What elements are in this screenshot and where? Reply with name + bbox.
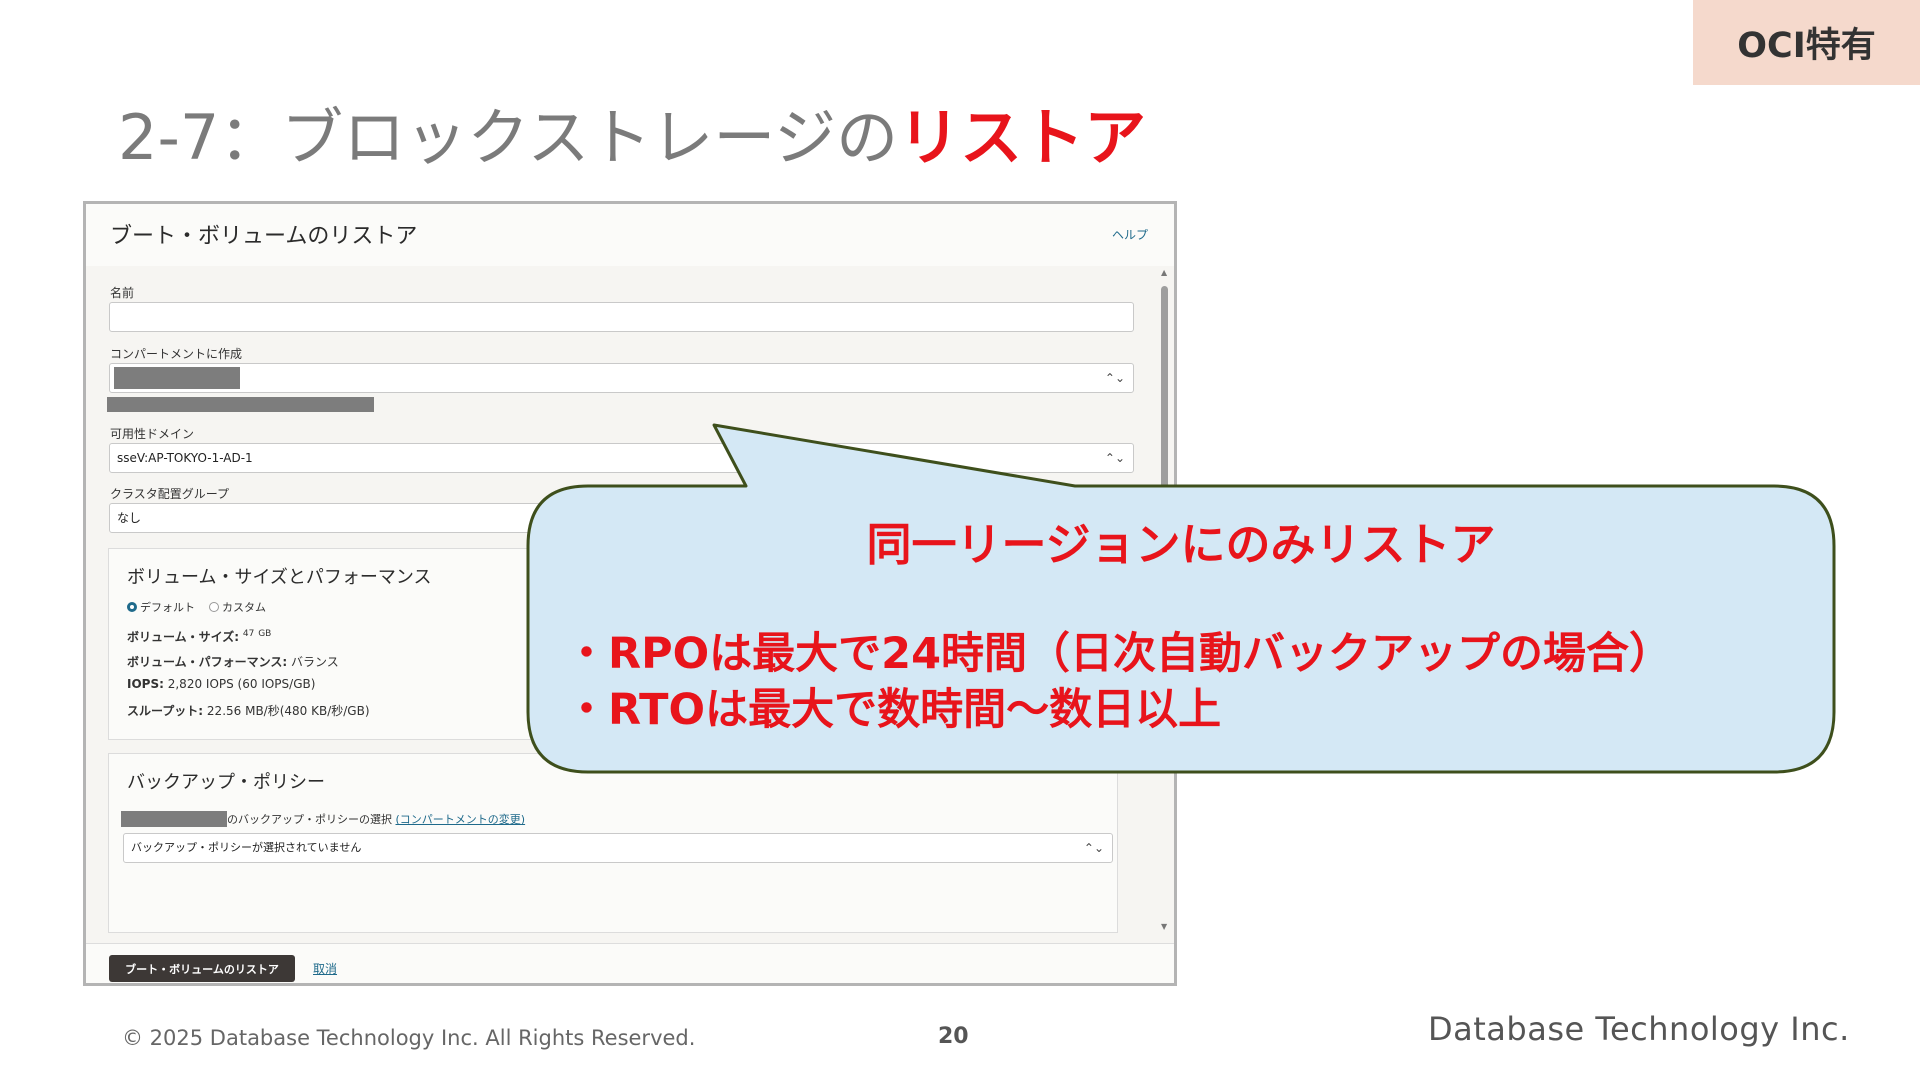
volume-size-label: ボリューム・サイズ: — [127, 630, 240, 644]
radio-default-label: デフォルト — [140, 601, 195, 614]
dialog-title: ブート・ボリュームのリストア — [110, 224, 418, 249]
volume-size-value: 47 — [242, 629, 255, 639]
dialog-header: ブート・ボリュームのリストア ヘルプ — [86, 204, 1174, 266]
volume-performance-label: ボリューム・パフォーマンス: — [127, 655, 288, 669]
restore-dialog-screenshot: ブート・ボリュームのリストア ヘルプ ▲ ▼ 名前 コンパートメントに作成 ⌃⌄… — [83, 201, 1177, 986]
cluster-placement-group-value: なし — [117, 511, 142, 525]
backup-policy-select-value: バックアップ・ポリシーが選択されていません — [131, 841, 362, 854]
copyright-notice: © 2025 Database Technology Inc. All Righ… — [122, 1026, 696, 1050]
availability-domain-label: 可用性ドメイン — [110, 427, 195, 441]
redacted-compartment-name — [114, 367, 240, 389]
callout-bullet: ・RTOは最大で数時間～数日以上 — [565, 685, 1222, 735]
callout-bullet: ・RPOは最大で24時間（日次自動バックアップの場合） — [565, 629, 1673, 679]
radio-default[interactable]: デフォルト — [127, 599, 195, 615]
cancel-link[interactable]: 取消 — [313, 960, 337, 977]
volume-size-unit: GB — [258, 629, 272, 639]
backup-policy-select[interactable]: バックアップ・ポリシーが選択されていません ⌃⌄ — [123, 833, 1113, 863]
backup-policy-card: バックアップ・ポリシー のバックアップ・ポリシーの選択 (コンパートメントの変更… — [108, 753, 1118, 933]
backup-policy-select-text-row: のバックアップ・ポリシーの選択 (コンパートメントの変更) — [227, 811, 525, 827]
volume-size-row: ボリューム・サイズ: 47 GB — [127, 628, 271, 645]
volume-performance-row: ボリューム・パフォーマンス: バランス — [127, 653, 339, 670]
company-logo: Database Technology Inc. — [1428, 1010, 1850, 1048]
availability-domain-select[interactable]: sseV:AP-TOKYO-1-AD-1 ⌃⌄ — [109, 443, 1134, 473]
oci-specific-tag: OCI特有 — [1693, 0, 1920, 85]
redacted-compartment-name — [121, 811, 227, 827]
throughput-value: 22.56 MB/秒(480 KB/秒/GB) — [206, 704, 370, 718]
backup-policy-select-text: のバックアップ・ポリシーの選択 — [227, 813, 392, 826]
dialog-footer: ブート・ボリュームのリストア 取消 — [86, 943, 1174, 983]
slide-title-highlight: リストア — [898, 101, 1147, 174]
radio-selected-icon — [127, 602, 137, 612]
slide-title-prefix: 2-7：ブロックストレージの — [118, 101, 899, 174]
select-chevron-icon: ⌃⌄ — [1104, 451, 1125, 465]
slide-title: 2-7：ブロックストレージのリストア — [118, 98, 1146, 178]
select-chevron-icon: ⌃⌄ — [1104, 371, 1125, 385]
iops-label: IOPS: — [127, 677, 164, 691]
volume-mode-radio-group: デフォルト カスタム — [127, 599, 266, 615]
callout-heading: 同一リージョンにのみリストア — [866, 518, 1496, 571]
name-input[interactable] — [109, 302, 1134, 332]
backup-section-title: バックアップ・ポリシー — [127, 772, 325, 793]
iops-value: 2,820 IOPS (60 IOPS/GB) — [167, 677, 316, 691]
throughput-label: スループット: — [127, 704, 204, 718]
cluster-placement-group-label: クラスタ配置グループ — [110, 487, 230, 501]
redacted-compartment-path — [107, 397, 374, 412]
radio-unselected-icon — [209, 602, 219, 612]
scroll-down-icon[interactable]: ▼ — [1161, 922, 1167, 931]
radio-custom-label: カスタム — [222, 601, 266, 614]
compartment-label: コンパートメントに作成 — [110, 347, 243, 361]
scroll-up-icon[interactable]: ▲ — [1161, 268, 1167, 277]
radio-custom[interactable]: カスタム — [209, 599, 266, 615]
change-compartment-link[interactable]: (コンパートメントの変更) — [396, 813, 526, 826]
page-number: 20 — [938, 1024, 969, 1049]
callout-bullet-list: ・RPOは最大で24時間（日次自動バックアップの場合） ・RTOは最大で数時間～… — [565, 626, 1672, 738]
dialog-scrollbar[interactable]: ▲ ▼ — [1159, 268, 1171, 938]
restore-boot-volume-button[interactable]: ブート・ボリュームのリストア — [109, 955, 295, 982]
help-link[interactable]: ヘルプ — [1112, 226, 1148, 243]
volume-performance-value: バランス — [291, 655, 339, 669]
compartment-select[interactable]: ⌃⌄ — [109, 363, 1134, 393]
name-label: 名前 — [110, 286, 135, 300]
iops-row: IOPS: 2,820 IOPS (60 IOPS/GB) — [127, 677, 315, 691]
select-chevron-icon: ⌃⌄ — [1083, 841, 1104, 855]
availability-domain-value: sseV:AP-TOKYO-1-AD-1 — [117, 451, 253, 465]
throughput-row: スループット: 22.56 MB/秒(480 KB/秒/GB) — [127, 702, 370, 719]
volume-section-title: ボリューム・サイズとパフォーマンス — [127, 567, 432, 588]
